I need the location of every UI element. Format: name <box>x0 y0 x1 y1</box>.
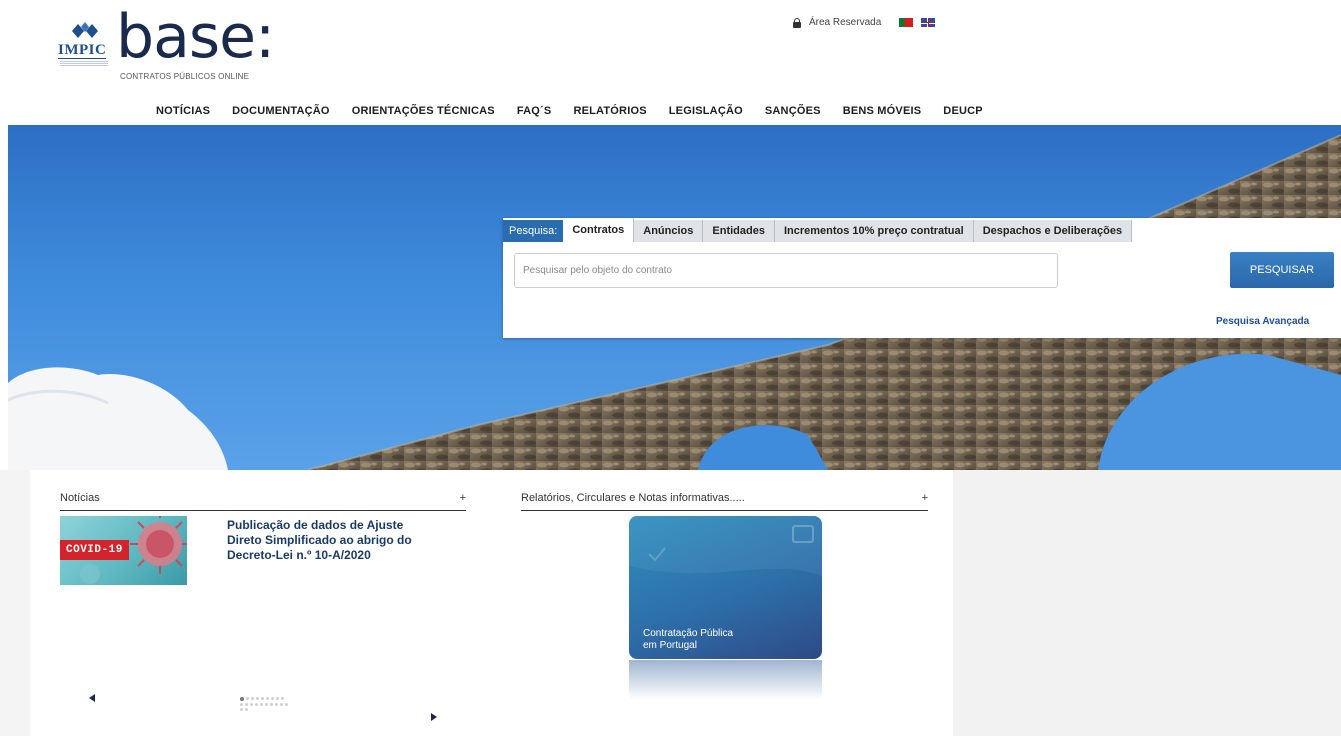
nav-item-legislacao[interactable]: LEGISLAÇÃO <box>658 105 754 117</box>
pagination-dot[interactable] <box>240 708 243 711</box>
search-tabs: Pesquisa: Contratos Anúncios Entidades I… <box>503 218 1133 242</box>
impic-text: IMPIC <box>58 42 107 59</box>
pagination-dot[interactable] <box>275 703 278 706</box>
pagination-dot[interactable] <box>271 697 274 700</box>
nav-item-documentacao[interactable]: DOCUMENTAÇÃO <box>221 105 341 117</box>
right-panel <box>953 470 1341 736</box>
pagination-dot[interactable] <box>250 703 253 706</box>
report-card-text: Contratação Pública em Portugal <box>643 628 733 652</box>
impic-logo[interactable]: IMPIC <box>58 22 110 70</box>
pagination-dot[interactable] <box>240 703 243 706</box>
impic-subtext <box>60 61 108 67</box>
advanced-search-link[interactable]: Pesquisa Avançada <box>1216 316 1309 327</box>
impic-diamonds-icon <box>72 22 98 38</box>
tab-despachos[interactable]: Despachos e Deliberações <box>973 220 1133 242</box>
news-next-arrow-icon[interactable] <box>431 713 437 721</box>
reports-more-button[interactable]: + <box>922 492 928 504</box>
nav-item-bens-moveis[interactable]: BENS MÓVEIS <box>832 105 933 117</box>
pagination-dot[interactable] <box>245 708 248 711</box>
base-logo[interactable]: base: <box>116 2 275 72</box>
pagination-dot[interactable] <box>265 703 268 706</box>
nav-item-sancoes[interactable]: SANÇÕES <box>754 105 832 117</box>
search-button[interactable]: PESQUISAR <box>1230 252 1334 288</box>
tab-anuncios[interactable]: Anúncios <box>634 220 704 242</box>
pagination-dot[interactable] <box>245 703 248 706</box>
pagination-dot[interactable] <box>251 697 254 700</box>
nav-item-noticias[interactable]: NOTÍCIAS <box>145 105 221 117</box>
report-card-reflection <box>629 660 822 700</box>
news-section-header: Notícias + <box>60 492 466 511</box>
flag-uk-icon[interactable] <box>921 18 936 27</box>
news-thumbnail[interactable]: COVID-19 <box>60 516 187 585</box>
reports-heading: Relatórios, Circulares e Notas informati… <box>521 492 745 504</box>
tab-entidades[interactable]: Entidades <box>703 220 775 242</box>
pagination-dot[interactable] <box>260 703 263 706</box>
report-card-line1: Contratação Pública <box>643 628 734 639</box>
nav-item-orientacoes-tecnicas[interactable]: ORIENTAÇÕES TÉCNICAS <box>341 105 506 117</box>
covid-badge: COVID-19 <box>60 540 129 560</box>
pagination-dot[interactable] <box>266 697 269 700</box>
reserved-area-link[interactable]: Área Reservada <box>809 17 881 28</box>
nav-item-relatorios[interactable]: RELATÓRIOS <box>562 105 657 117</box>
logo-tagline: CONTRATOS PÚBLICOS ONLINE <box>120 72 250 81</box>
report-card[interactable]: Contratação Pública em Portugal <box>629 516 822 659</box>
top-utility-bar: Área Reservada <box>793 17 936 28</box>
search-input[interactable] <box>514 253 1058 288</box>
search-label: Pesquisa: <box>503 220 564 242</box>
reports-section-header: Relatórios, Circulares e Notas informati… <box>521 492 928 511</box>
tab-contratos[interactable]: Contratos <box>563 218 635 242</box>
pagination-dot[interactable] <box>246 697 249 700</box>
pagination-dot[interactable] <box>270 703 273 706</box>
news-prev-arrow-icon[interactable] <box>89 694 95 702</box>
lock-icon <box>793 17 801 28</box>
pagination-dot[interactable] <box>281 697 284 700</box>
news-pagination-dots <box>240 697 288 711</box>
tab-incrementos[interactable]: Incrementos 10% preço contratual <box>774 220 974 242</box>
nav-item-deucp[interactable]: DEUCP <box>932 105 994 117</box>
report-card-line2: em Portugal <box>643 640 697 651</box>
pagination-dot[interactable] <box>285 703 288 706</box>
pagination-dot[interactable] <box>255 703 258 706</box>
nav-item-faqs[interactable]: FAQ´S <box>506 105 563 117</box>
site-header: IMPIC base: CONTRATOS PÚBLICOS ONLINE Ár… <box>0 0 1341 125</box>
flag-pt-icon[interactable] <box>899 18 914 27</box>
news-title-link[interactable]: Publicação de dados de Ajuste Direto Sim… <box>227 518 437 563</box>
pagination-dot[interactable] <box>276 697 279 700</box>
news-heading: Notícias <box>60 492 100 504</box>
pagination-dot[interactable] <box>256 697 259 700</box>
main-nav: NOTÍCIAS DOCUMENTAÇÃO ORIENTAÇÕES TÉCNIC… <box>145 105 994 117</box>
left-gutter <box>0 470 30 736</box>
pagination-dot[interactable] <box>240 697 244 701</box>
news-more-button[interactable]: + <box>460 492 466 504</box>
pagination-dot[interactable] <box>261 697 264 700</box>
pagination-dot[interactable] <box>280 703 283 706</box>
